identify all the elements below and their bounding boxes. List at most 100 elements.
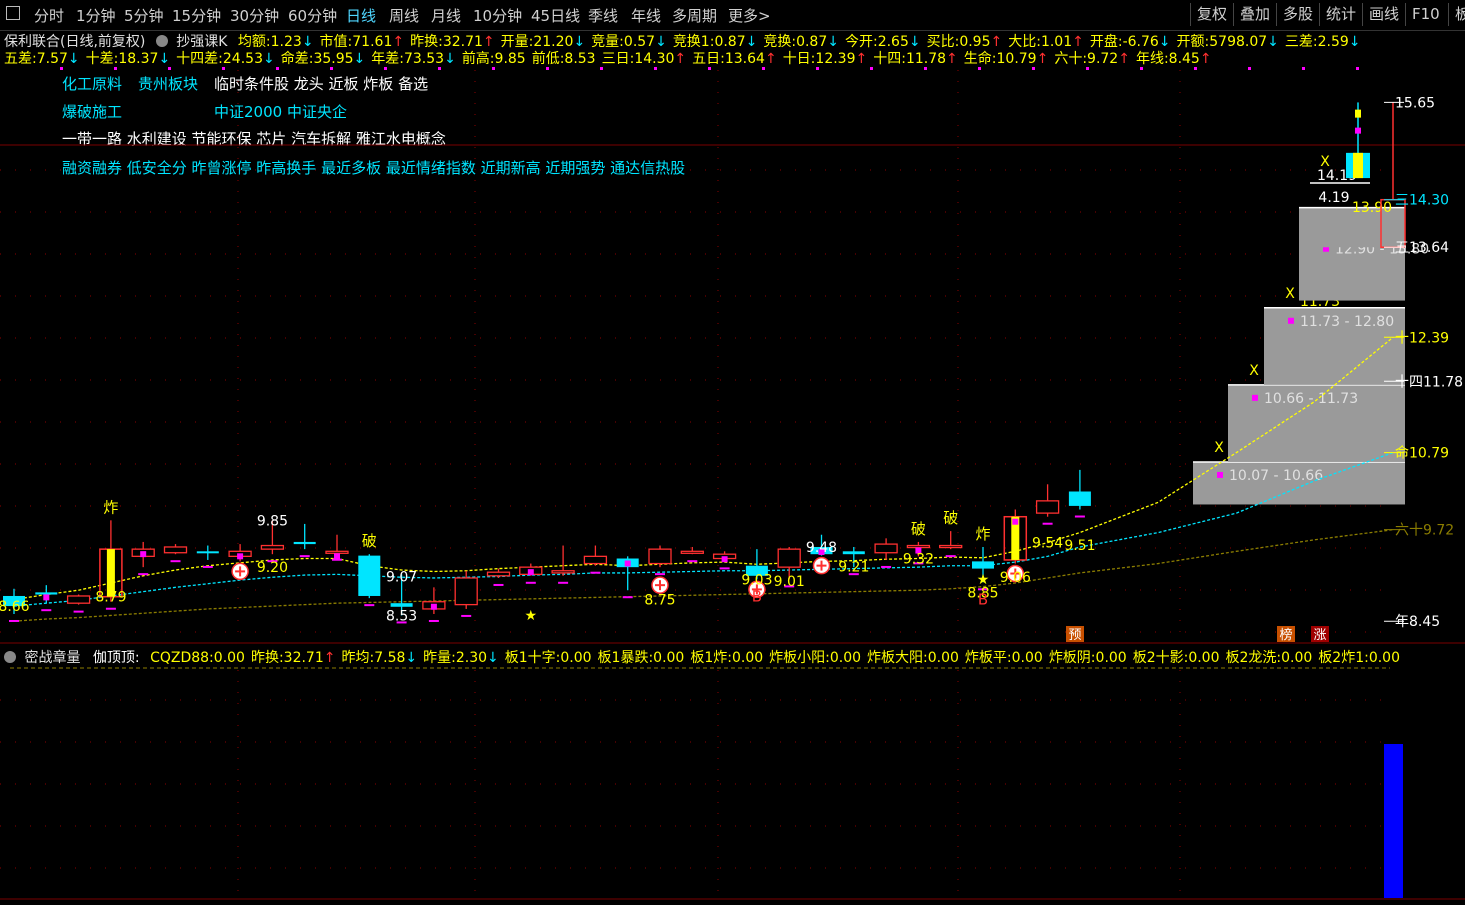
candle-body — [616, 558, 639, 568]
indicator-value: 前高:9.85 — [461, 51, 526, 67]
signal-dot — [1356, 67, 1359, 70]
indicator-value: 十日:12.39↑ — [782, 51, 868, 67]
signal-badge-label: 榜 — [1279, 627, 1292, 643]
target-zone — [1299, 207, 1405, 248]
signal-dot — [624, 560, 631, 567]
period-tab[interactable]: 30分钟 — [230, 5, 279, 26]
chevron-down-icon[interactable] — [4, 651, 16, 663]
signal-dot — [1302, 67, 1305, 70]
indicator-value: 年差:73.53↓ — [371, 51, 456, 67]
period-tab[interactable]: 分时 — [34, 5, 64, 26]
signal-dot — [140, 551, 147, 558]
period-tab[interactable]: 60分钟 — [288, 5, 337, 26]
candle-body — [228, 550, 252, 557]
ma-line-life — [13, 451, 1394, 607]
candle-body — [810, 546, 833, 555]
period-tab[interactable]: 更多> — [728, 5, 771, 26]
toolbar-button[interactable]: 统计 — [1319, 3, 1362, 26]
panel-name[interactable]: 密战章量 — [24, 650, 80, 666]
candle-body — [422, 601, 446, 610]
concept-tags[interactable]: 一带一路 水利建设 节能环保 芯片 汽车拆解 雅江水电概念 — [62, 128, 446, 149]
candle-body — [712, 553, 737, 560]
signal-dot — [1355, 127, 1361, 134]
toolbar-button[interactable]: 多股 — [1276, 3, 1319, 26]
sector-tag[interactable]: 化工原料 — [62, 73, 122, 94]
period-tab[interactable]: 10分钟 — [473, 5, 522, 26]
zone-x-mark: X — [1249, 363, 1259, 379]
period-tab[interactable]: 月线 — [431, 5, 461, 26]
toolbar-button[interactable]: F10 — [1405, 3, 1446, 26]
period-tab[interactable]: 5分钟 — [124, 5, 164, 26]
signal-dash — [590, 571, 601, 574]
signal-dash — [9, 619, 19, 622]
candle-body — [972, 561, 994, 569]
indicator-value: 三日:14.30↑ — [601, 51, 687, 67]
period-tab[interactable]: 季线 — [588, 5, 618, 26]
signal-dash — [299, 555, 310, 558]
price-label: 8.66 — [0, 599, 30, 615]
price-label: 9.20 — [257, 560, 288, 576]
signal-dash — [396, 621, 407, 624]
zone-top-label: 11.73 — [1300, 294, 1340, 310]
zone-top-label: 10.66 — [1229, 448, 1269, 464]
signal-dash — [170, 560, 181, 563]
signal-label: 破 — [362, 532, 377, 550]
signal-dash — [73, 610, 84, 613]
candle-body — [66, 595, 91, 604]
price-label: 9.21 — [838, 559, 869, 575]
zone-x-mark: X — [1285, 286, 1295, 302]
sector-tag[interactable]: 爆破施工 — [62, 101, 122, 122]
zone-top-label: 12.90 — [1335, 222, 1375, 238]
period-tab[interactable]: 1分钟 — [76, 5, 116, 26]
candle-body — [1011, 516, 1020, 560]
zone-x-mark: X — [1214, 440, 1224, 456]
candle-body — [842, 551, 865, 555]
signal-dot — [1012, 518, 1019, 525]
candle-body — [106, 549, 115, 597]
axis-label: 十四11.78 — [1395, 374, 1463, 390]
toolbar-button[interactable]: 复权 — [1190, 3, 1233, 26]
index-tags[interactable]: 中证2000 中证央企 — [214, 101, 347, 122]
price-label: 9.03 — [741, 572, 772, 588]
signal-dash — [493, 583, 504, 586]
price-label: 9.32 — [903, 552, 934, 568]
toolbar-button[interactable]: 叠加 — [1233, 3, 1276, 26]
buy-signal-icon — [231, 562, 249, 581]
sector-tag[interactable]: 贵州板块 — [138, 73, 198, 94]
signal-dash — [1042, 522, 1053, 525]
price-label: 9.54 — [1032, 536, 1063, 552]
candle-body — [1068, 491, 1091, 506]
candle-body — [1003, 515, 1028, 561]
indicator-value: 板1十字:0.00 — [504, 650, 592, 666]
concept-tags[interactable]: 融资融券 低安全分 昨曾涨停 昨高换手 最近多板 最近情绪指数 近期新高 近期强… — [62, 157, 685, 178]
price-label: 8.75 — [644, 593, 675, 609]
period-tab[interactable]: 45日线 — [531, 5, 580, 26]
indicator-value: 昨均:7.58↓ — [341, 650, 418, 666]
price-label: 13.90 — [1352, 200, 1392, 216]
buy-signal-icon — [651, 576, 669, 594]
toolbar-button[interactable]: 板 — [1448, 3, 1465, 26]
chevron-down-icon[interactable] — [155, 35, 168, 47]
indicator-value: 炸板阴:0.00 — [1048, 650, 1127, 666]
period-tab[interactable]: 多周期 — [672, 5, 717, 26]
signal-label: B — [752, 587, 762, 605]
signal-dash — [41, 609, 52, 612]
price-label: 9.48 — [806, 540, 837, 556]
signal-dash — [687, 560, 698, 563]
period-tab[interactable]: 周线 — [389, 5, 419, 26]
indicator-value: 五日:13.64↑ — [692, 51, 777, 67]
concept-tags[interactable]: 临时条件股 龙头 近板 炸板 备选 — [214, 73, 428, 94]
period-tab[interactable]: 15分钟 — [172, 5, 221, 26]
zone-label: 10.07 - 10.66 — [1229, 468, 1323, 484]
candle-body — [196, 551, 219, 554]
period-tab[interactable]: 年线 — [631, 5, 661, 26]
signal-badge-label: 涨 — [1313, 628, 1326, 643]
zone-top-label: 10.66 — [1264, 371, 1304, 387]
indicator-value: 板2炸1:0.00 — [1318, 650, 1400, 666]
candle-body — [35, 592, 58, 595]
window-icon[interactable] — [6, 6, 20, 20]
candle-body — [260, 544, 285, 550]
period-tab[interactable]: 日线 — [346, 5, 376, 26]
toolbar-button[interactable]: 画线 — [1362, 3, 1405, 26]
signal-dash — [751, 585, 762, 588]
